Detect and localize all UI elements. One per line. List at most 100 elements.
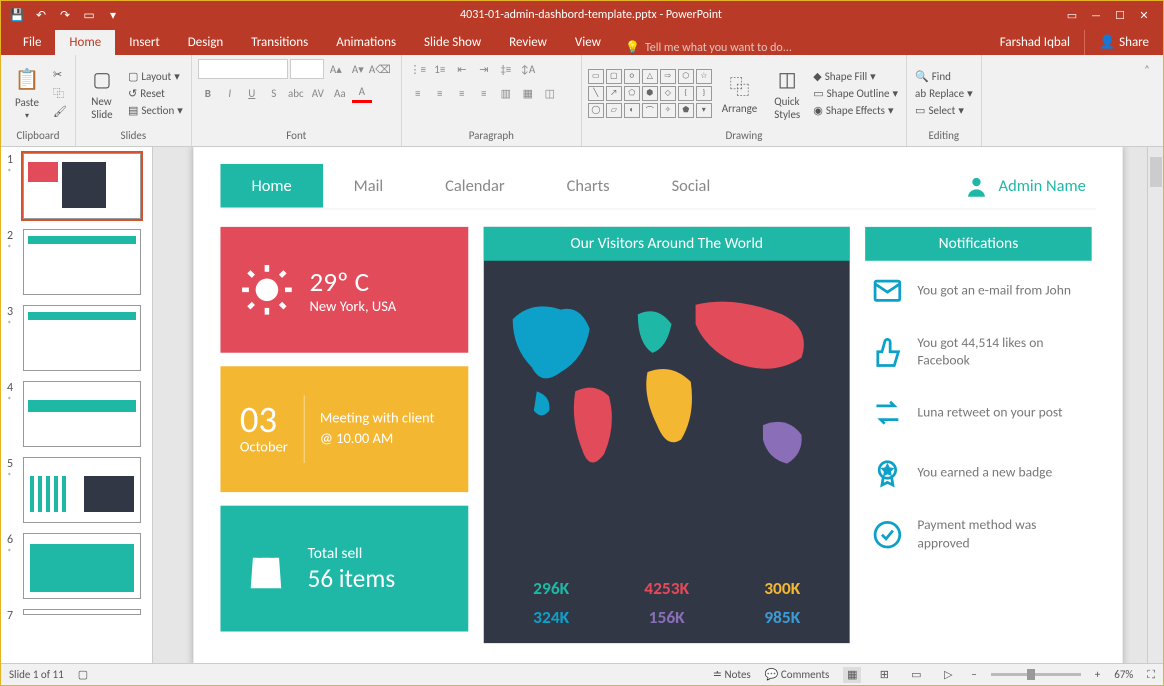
clear-format-icon[interactable]: A⌫	[370, 59, 390, 79]
numbering-button[interactable]: 1≡	[430, 59, 450, 79]
paste-button[interactable]: 📋 Paste ▾	[7, 64, 47, 123]
bold-button[interactable]: B	[198, 83, 218, 103]
ribbon-options-icon[interactable]: ▭	[1063, 6, 1081, 24]
layout-button[interactable]: ▢ Layout▾	[126, 69, 185, 84]
font-color-button[interactable]: A	[352, 83, 372, 103]
align-right-button[interactable]: ≡	[452, 83, 472, 103]
shape-fill-button[interactable]: ◆ Shape Fill ▾	[811, 69, 900, 84]
thumbnail-2[interactable]: 2*	[7, 229, 146, 295]
find-button[interactable]: 🔍 Find	[913, 69, 975, 84]
cut-button[interactable]: ✂	[51, 67, 69, 82]
change-case-button[interactable]: Aa	[330, 83, 350, 103]
smartart-button[interactable]: ◫	[540, 83, 560, 103]
new-slide-button[interactable]: ▢ New Slide	[82, 63, 122, 123]
qat-more-icon[interactable]: ▾	[105, 7, 121, 23]
tab-file[interactable]: File	[9, 30, 55, 55]
increase-font-icon[interactable]: A▴	[326, 59, 346, 79]
strike-button[interactable]: S	[264, 83, 284, 103]
zoom-out-button[interactable]: −	[971, 668, 976, 681]
shapes-gallery[interactable]: ▭▢○△⇨⬡☆ ╲↗⬠⬢◇{} ◯▱◐⌒✧⬟▾	[588, 69, 712, 118]
shape-effects-button[interactable]: ◉ Shape Effects ▾	[811, 103, 900, 118]
shape-outline-button[interactable]: ▭ Shape Outline ▾	[811, 86, 900, 101]
shadow-button[interactable]: abc	[286, 83, 306, 103]
notification-item: Payment method was approved	[865, 503, 1092, 565]
indent-decrease-button[interactable]: ⇤	[452, 59, 472, 79]
reset-button[interactable]: ↺ Reset	[126, 86, 185, 101]
section-button[interactable]: ▤ Section▾	[126, 103, 185, 118]
align-text-button[interactable]: ▦	[518, 83, 538, 103]
format-painter-button[interactable]: 🖌	[51, 104, 69, 119]
bullets-button[interactable]: ⋮≡	[408, 59, 428, 79]
start-from-beginning-icon[interactable]: ▭	[81, 7, 97, 23]
spacing-button[interactable]: AV	[308, 83, 328, 103]
tell-me[interactable]: 💡 Tell me what you want to do...	[615, 40, 802, 55]
sun-icon	[240, 263, 294, 317]
vertical-scrollbar[interactable]	[1147, 147, 1163, 663]
italic-button[interactable]: I	[220, 83, 240, 103]
save-icon[interactable]: 💾	[9, 7, 25, 23]
thumbnail-1[interactable]: 1*	[7, 153, 146, 219]
undo-icon[interactable]: ↶	[33, 7, 49, 23]
columns-button[interactable]: ▥	[496, 83, 516, 103]
slideshow-view-icon[interactable]: ▷	[939, 667, 957, 683]
zoom-slider[interactable]	[991, 673, 1081, 676]
slide-counter[interactable]: Slide 1 of 11	[9, 668, 64, 681]
nav-charts[interactable]: Charts	[536, 164, 641, 208]
replace-button[interactable]: ab Replace ▾	[913, 86, 975, 101]
thumbnail-5[interactable]: 5*	[7, 457, 146, 523]
tab-view[interactable]: View	[561, 30, 615, 55]
copy-button[interactable]: ⿻	[51, 84, 69, 102]
notes-button[interactable]: ≐ Notes	[713, 668, 751, 681]
tab-home[interactable]: Home	[55, 30, 115, 55]
slide-thumbnails[interactable]: 1* 2* 3* 4* 5* 6* 7	[1, 147, 153, 663]
collapse-ribbon-icon[interactable]: ˄	[1137, 59, 1157, 79]
stat-4: 324K	[503, 606, 599, 627]
indent-increase-button[interactable]: ⇥	[474, 59, 494, 79]
decrease-font-icon[interactable]: A▾	[348, 59, 368, 79]
justify-button[interactable]: ≡	[474, 83, 494, 103]
font-family-select[interactable]	[198, 59, 288, 79]
nav-mail[interactable]: Mail	[323, 164, 414, 208]
thumbnail-7[interactable]: 7	[7, 609, 146, 623]
maximize-icon[interactable]: ☐	[1111, 6, 1129, 24]
normal-view-icon[interactable]: ▦	[843, 667, 861, 683]
select-button[interactable]: ▭ Select ▾	[913, 103, 975, 118]
tab-transitions[interactable]: Transitions	[237, 30, 322, 55]
tab-design[interactable]: Design	[174, 30, 237, 55]
quick-styles-button[interactable]: ◫ Quick Styles	[767, 63, 807, 123]
text-direction-button[interactable]: ↕A	[518, 59, 538, 79]
nav-home[interactable]: Home	[220, 164, 322, 208]
redo-icon[interactable]: ↷	[57, 7, 73, 23]
admin-user[interactable]: Admin Name	[964, 173, 1096, 198]
arrange-icon: ⿻	[726, 72, 754, 100]
align-center-button[interactable]: ≡	[430, 83, 450, 103]
nav-social[interactable]: Social	[641, 164, 742, 208]
reading-view-icon[interactable]: ▭	[907, 667, 925, 683]
minimize-icon[interactable]: —	[1087, 6, 1105, 24]
nav-calendar[interactable]: Calendar	[414, 164, 535, 208]
account-name[interactable]: Farshad Iqbal	[986, 30, 1084, 55]
share-button[interactable]: 👤 Share	[1084, 30, 1163, 55]
tab-slideshow[interactable]: Slide Show	[410, 30, 495, 55]
thumbnail-4[interactable]: 4*	[7, 381, 146, 447]
quick-styles-icon: ◫	[773, 65, 801, 93]
tab-review[interactable]: Review	[495, 30, 561, 55]
event-tile: 03 October Meeting with client @ 10.00 A…	[220, 366, 468, 492]
zoom-level[interactable]: 67%	[1114, 668, 1133, 681]
line-spacing-button[interactable]: ‡≡	[496, 59, 516, 79]
tab-animations[interactable]: Animations	[322, 30, 410, 55]
comments-button[interactable]: 💬 Comments	[765, 668, 830, 681]
sorter-view-icon[interactable]: ⊞	[875, 667, 893, 683]
thumbnail-3[interactable]: 3*	[7, 305, 146, 371]
font-size-select[interactable]	[290, 59, 324, 79]
arrange-button[interactable]: ⿻ Arrange	[716, 70, 763, 117]
align-left-button[interactable]: ≡	[408, 83, 428, 103]
tab-insert[interactable]: Insert	[115, 30, 174, 55]
underline-button[interactable]: U	[242, 83, 262, 103]
spell-check-icon[interactable]: ▢	[78, 668, 88, 681]
slide-canvas[interactable]: Home Mail Calendar Charts Social Admin N…	[153, 147, 1163, 663]
thumbnail-6[interactable]: 6*	[7, 533, 146, 599]
zoom-in-button[interactable]: +	[1095, 668, 1100, 681]
fit-to-window-icon[interactable]: ⛶	[1147, 668, 1155, 682]
close-icon[interactable]: ✕	[1135, 6, 1153, 24]
